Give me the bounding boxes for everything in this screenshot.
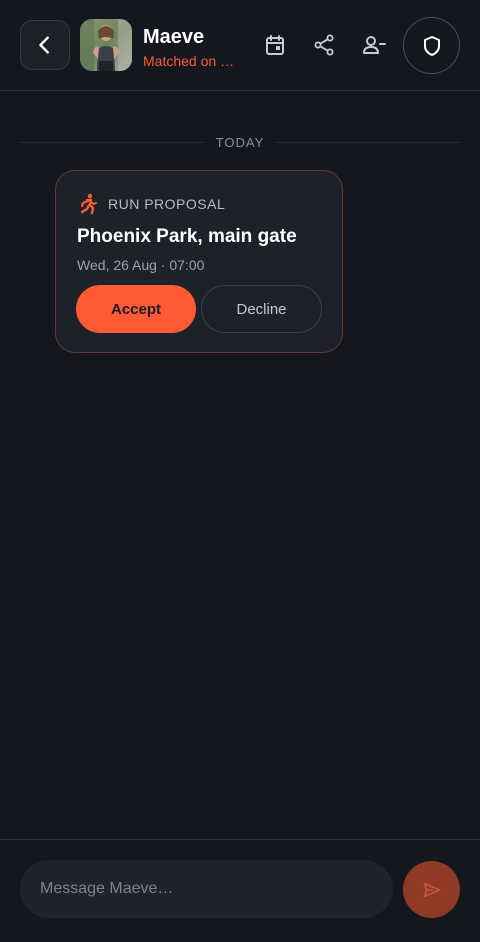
send-button[interactable] [403, 861, 460, 918]
contact-name[interactable]: Maeve [143, 26, 204, 49]
run-proposal-card: RUN PROPOSAL Phoenix Park, main gate Wed… [55, 170, 343, 353]
running-icon [80, 193, 97, 215]
back-button[interactable] [20, 20, 70, 70]
proposal-location: Phoenix Park, main gate [77, 226, 297, 247]
accept-button[interactable]: Accept [76, 285, 196, 333]
calendar-icon [266, 35, 284, 55]
decline-button[interactable]: Decline [201, 285, 322, 333]
send-icon [423, 882, 440, 897]
chat-screen: Maeve Matched on C… TODAY RUN PROPOSAL P… [0, 0, 480, 942]
share-button[interactable] [311, 32, 337, 58]
share-icon [314, 34, 334, 56]
proposal-header: RUN PROPOSAL [78, 193, 225, 215]
shield-icon [423, 35, 440, 56]
avatar[interactable] [80, 19, 132, 71]
day-divider-label: TODAY [215, 134, 265, 150]
proposal-kicker: RUN PROPOSAL [108, 196, 226, 212]
message-composer [0, 839, 480, 942]
message-input[interactable] [20, 860, 393, 918]
user-minus-icon [363, 36, 386, 54]
chat-header: Maeve Matched on C… [0, 0, 480, 91]
chevron-left-icon [39, 36, 49, 54]
schedule-run-button[interactable] [262, 32, 288, 58]
safety-button[interactable] [403, 17, 460, 74]
unmatch-button[interactable] [361, 32, 387, 58]
proposal-datetime: Wed, 26 Aug · 07:00 [77, 257, 205, 273]
match-subtitle: Matched on C… [143, 53, 243, 69]
day-divider: TODAY [20, 132, 460, 152]
